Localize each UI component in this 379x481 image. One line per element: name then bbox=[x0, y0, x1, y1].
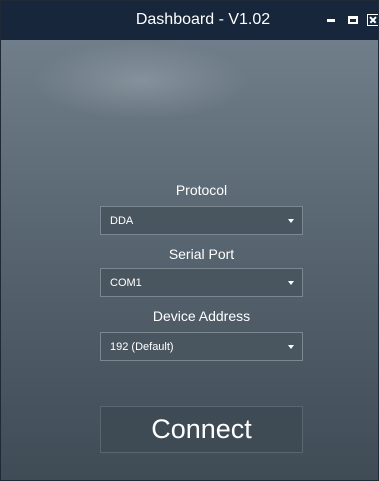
device-address-select[interactable]: 192 (Default) bbox=[100, 332, 303, 361]
chevron-down-icon bbox=[288, 281, 294, 285]
maximize-button[interactable] bbox=[344, 11, 362, 29]
connect-button[interactable]: Connect bbox=[100, 406, 303, 453]
serial-port-label: Serial Port bbox=[168, 246, 235, 262]
protocol-select-value: DDA bbox=[110, 215, 134, 227]
maximize-icon bbox=[348, 16, 358, 24]
minimize-icon bbox=[327, 18, 335, 22]
dashboard-window: Dashboard - V1.02 Protocol DDA Serial Po… bbox=[0, 0, 379, 481]
serial-port-select-value: COM1 bbox=[110, 277, 142, 289]
title-bar[interactable]: Dashboard - V1.02 bbox=[1, 1, 378, 40]
background-glow bbox=[31, 41, 251, 121]
serial-port-select[interactable]: COM1 bbox=[100, 268, 303, 297]
device-address-label: Device Address bbox=[152, 308, 251, 324]
chevron-down-icon bbox=[288, 345, 294, 349]
close-icon bbox=[367, 14, 378, 26]
close-button[interactable] bbox=[366, 11, 378, 29]
protocol-select[interactable]: DDA bbox=[100, 206, 303, 235]
chevron-down-icon bbox=[288, 219, 294, 223]
device-address-select-value: 192 (Default) bbox=[110, 341, 174, 353]
minimize-button[interactable] bbox=[322, 11, 340, 29]
protocol-label: Protocol bbox=[175, 182, 228, 198]
